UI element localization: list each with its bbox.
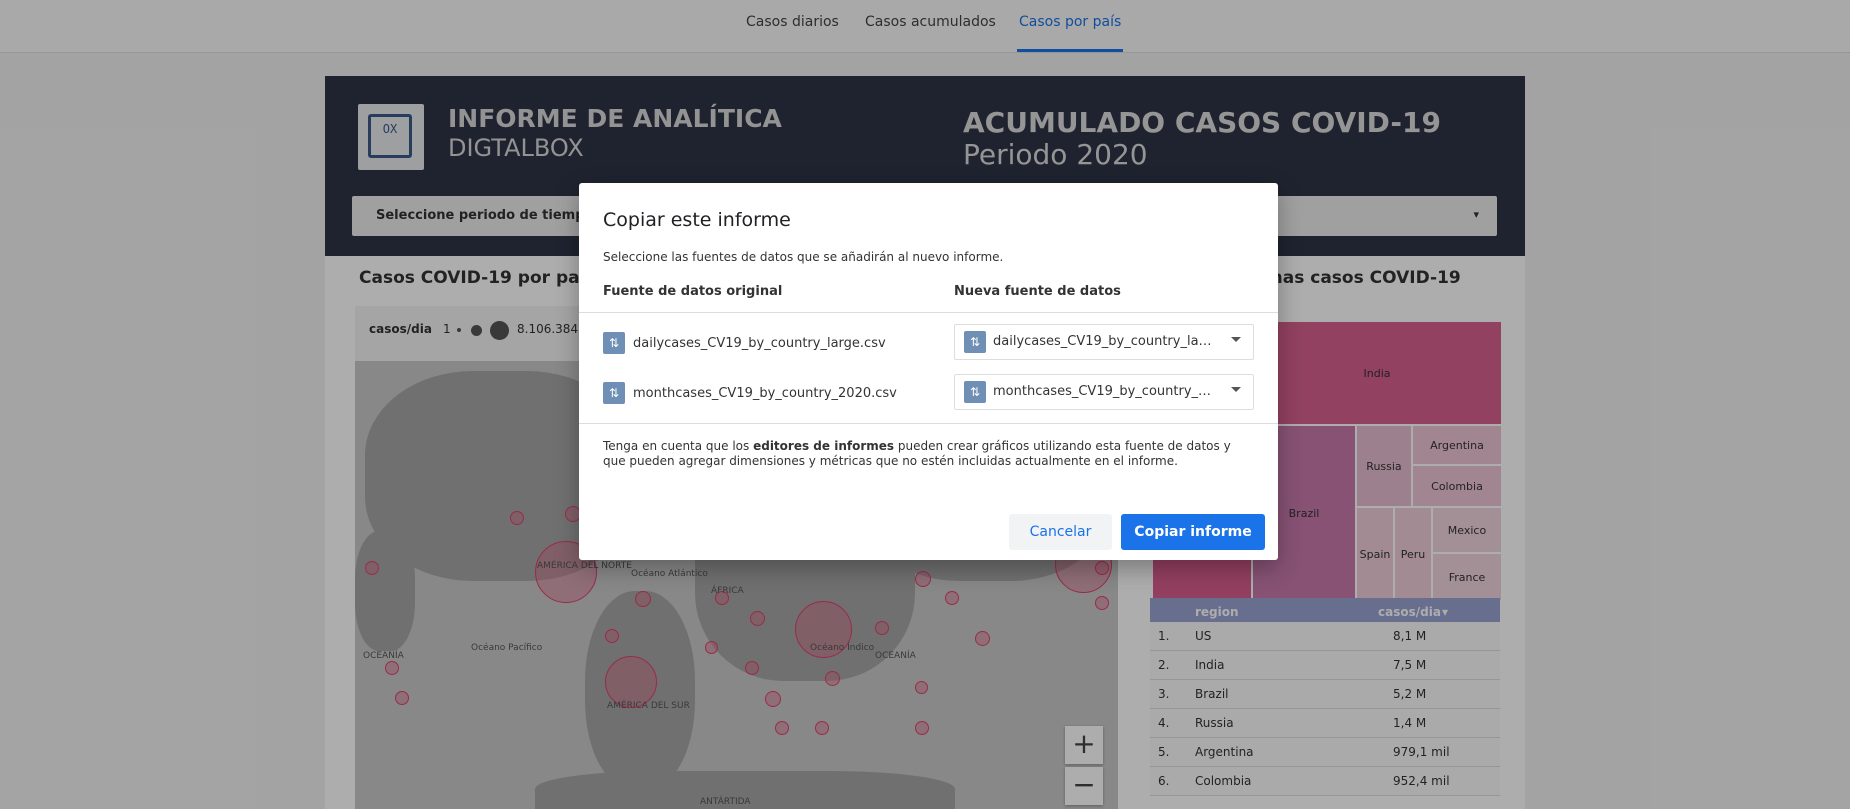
data-source-icon: ⇅ (603, 382, 625, 404)
note-text-pre: Tenga en cuenta que los (603, 439, 754, 453)
new-source-value: monthcases_CV19_by_country_2020.csv (993, 384, 1215, 399)
note-text-bold: editores de informes (753, 439, 895, 453)
data-source-icon: ⇅ (964, 331, 986, 353)
copy-report-dialog: Copiar este informe Seleccione las fuent… (579, 183, 1278, 560)
dialog-title: Copiar este informe (603, 209, 791, 231)
dialog-description: Seleccione las fuentes de datos que se a… (603, 250, 1004, 264)
data-source-icon: ⇅ (964, 381, 986, 403)
original-source-name: dailycases_CV19_by_country_large.csv (633, 336, 886, 351)
data-source-icon: ⇅ (603, 332, 625, 354)
divider (579, 312, 1278, 313)
copy-report-button[interactable]: Copiar informe (1121, 514, 1265, 550)
new-source-select[interactable]: ⇅ dailycases_CV19_by_country_large.csv (954, 324, 1254, 360)
cancel-button[interactable]: Cancelar (1009, 514, 1112, 550)
new-source-select[interactable]: ⇅ monthcases_CV19_by_country_2020.csv (954, 374, 1254, 410)
col-original-header: Fuente de datos original (603, 284, 783, 299)
divider (579, 423, 1278, 424)
col-new-header: Nueva fuente de datos (954, 284, 1121, 299)
dialog-note: Tenga en cuenta que los editores de info… (603, 439, 1243, 469)
caret-down-icon (1231, 387, 1241, 392)
caret-down-icon (1231, 337, 1241, 342)
original-source-name: monthcases_CV19_by_country_2020.csv (633, 386, 897, 401)
new-source-value: dailycases_CV19_by_country_large.csv (993, 334, 1215, 349)
